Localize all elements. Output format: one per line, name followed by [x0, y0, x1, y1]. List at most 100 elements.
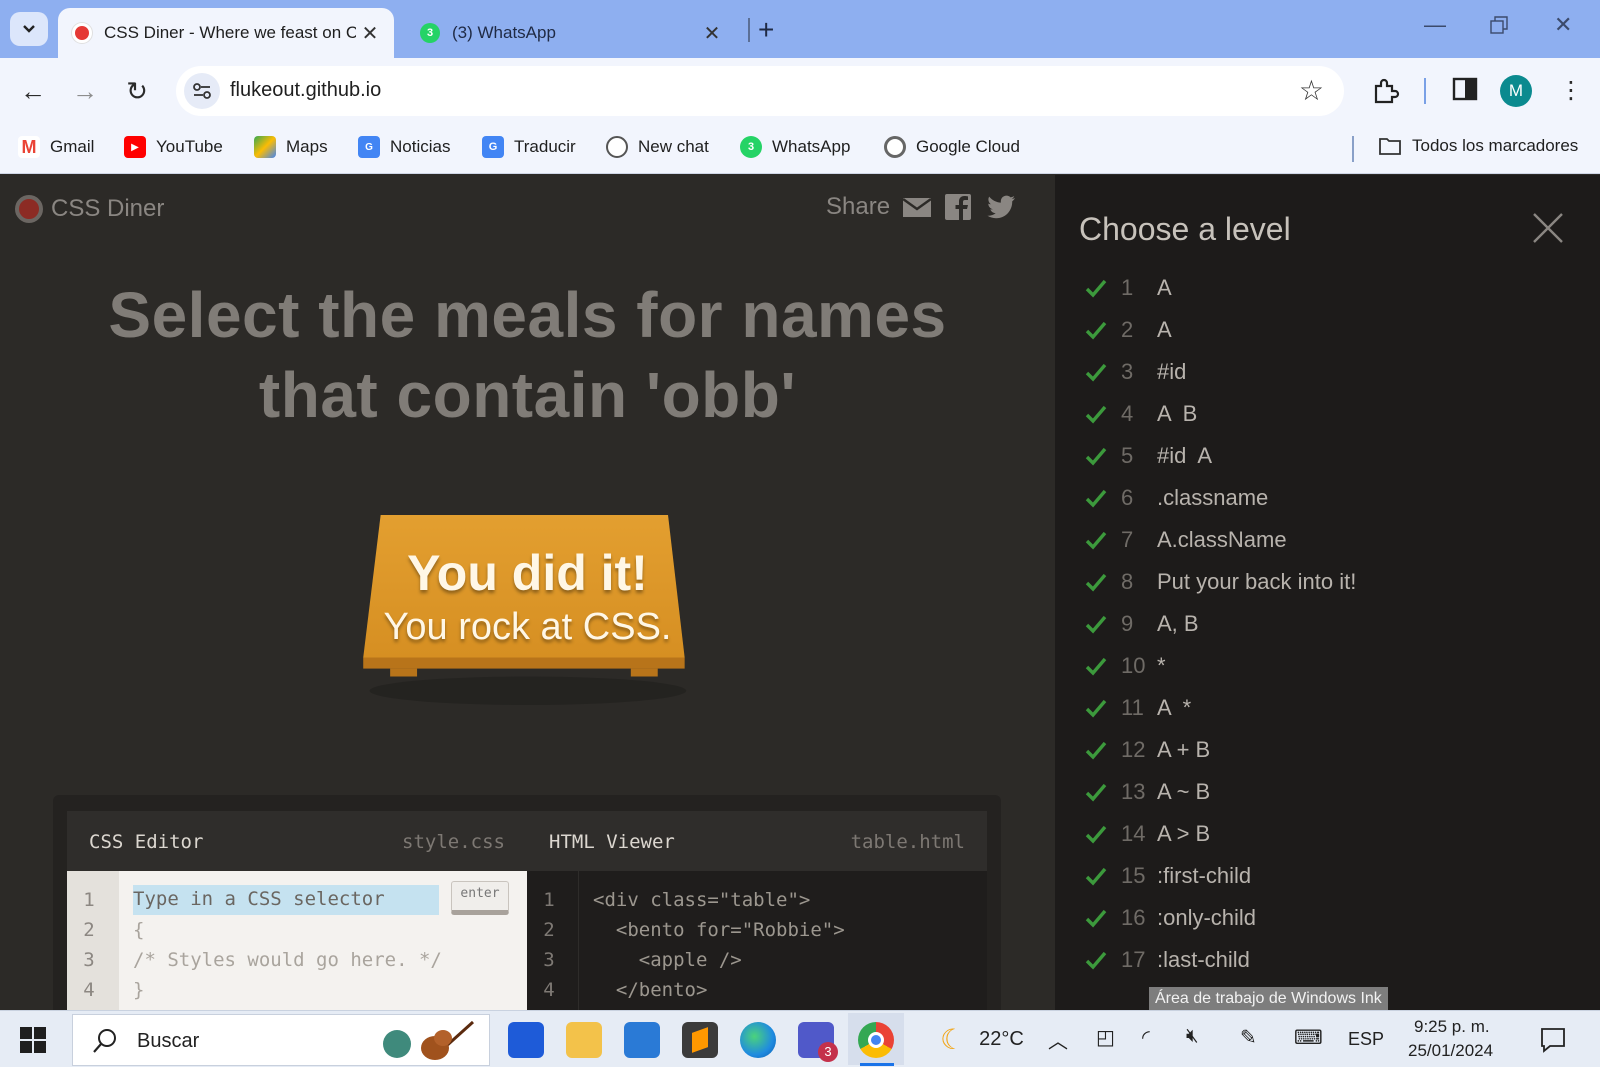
bookmark-whatsapp[interactable]: 3 WhatsApp	[740, 136, 850, 158]
bookmark-google-cloud[interactable]: Google Cloud	[884, 136, 1020, 158]
input-language[interactable]: ESP	[1348, 1029, 1384, 1050]
css-selector-input[interactable]: Type in a CSS selector	[133, 885, 439, 915]
touch-keyboard-icon[interactable]: ⌨	[1294, 1025, 1323, 1050]
twitter-icon[interactable]	[986, 193, 1016, 221]
window-close-icon[interactable]: ✕	[1554, 12, 1572, 38]
reload-icon[interactable]: ↻	[120, 74, 154, 108]
sublime-text-icon[interactable]	[682, 1022, 718, 1058]
microsoft-store-icon[interactable]	[508, 1022, 544, 1058]
html-viewer-body: 1 2 3 4 <div class="table"> <bento for="…	[527, 871, 987, 1010]
bookmark-maps[interactable]: Maps	[254, 136, 328, 158]
dinner-table: You did it! You rock at CSS.	[320, 515, 735, 755]
level-item[interactable]: 7 A.className	[1085, 525, 1287, 555]
share-label: Share	[826, 193, 891, 220]
bookmark-noticias[interactable]: G Noticias	[358, 136, 450, 158]
level-number: 2	[1121, 317, 1134, 342]
back-arrow-icon[interactable]: ←	[16, 74, 50, 108]
level-item[interactable]: 11 A *	[1085, 693, 1191, 723]
mail-icon[interactable]	[624, 1022, 660, 1058]
clock-date[interactable]: 25/01/2024	[1408, 1041, 1493, 1061]
tray-chevron-up-icon[interactable]: ︿	[1048, 1025, 1068, 1054]
css-filename: style.css	[402, 831, 505, 853]
level-item[interactable]: 6 .classname	[1085, 483, 1268, 513]
code-editor: CSS Editor style.css 1 2 3 4 Type in a C…	[53, 795, 1001, 1010]
level-item[interactable]: 4 A B	[1085, 399, 1197, 429]
bookmark-new-chat[interactable]: New chat	[606, 136, 709, 158]
bookmark-traducir[interactable]: G Traducir	[482, 136, 576, 158]
close-icon[interactable]: ✕	[698, 21, 726, 46]
level-item[interactable]: 10 *	[1085, 651, 1166, 681]
html-line[interactable]: <div class="table">	[593, 889, 810, 911]
facebook-icon[interactable]	[944, 193, 974, 221]
html-line[interactable]: <apple />	[593, 949, 742, 971]
bookmark-gmail[interactable]: M Gmail	[18, 136, 94, 158]
clock-time[interactable]: 9:25 p. m.	[1414, 1017, 1490, 1037]
plate-logo-icon	[15, 195, 43, 223]
tab-search-button[interactable]	[10, 12, 48, 46]
level-number: 9	[1121, 611, 1134, 636]
teams-icon[interactable]: 3	[798, 1022, 838, 1062]
side-panel-icon[interactable]	[1452, 76, 1482, 106]
profile-avatar[interactable]: M	[1500, 75, 1532, 107]
volume-muted-icon[interactable]: 🔇︎	[1186, 1025, 1199, 1048]
teams-badge: 3	[818, 1042, 838, 1062]
tab-css-diner[interactable]: CSS Diner - Where we feast on CSS ✕	[58, 8, 394, 58]
address-bar[interactable]: flukeout.github.io ☆	[176, 66, 1344, 116]
file-explorer-icon[interactable]	[566, 1022, 602, 1058]
level-number: 13	[1121, 779, 1146, 804]
level-item[interactable]: 5 #id A	[1085, 441, 1212, 471]
html-line[interactable]: </bento>	[593, 979, 708, 1001]
extensions-icon[interactable]	[1370, 76, 1400, 106]
enter-button[interactable]: enter	[451, 881, 509, 915]
tab-whatsapp[interactable]: 3 (3) WhatsApp ✕	[406, 8, 736, 58]
windows-start-icon[interactable]	[20, 1027, 46, 1053]
close-icon[interactable]: ✕	[356, 21, 384, 46]
wifi-icon[interactable]: ◜	[1142, 1025, 1150, 1050]
css-editor-pane: CSS Editor style.css 1 2 3 4 Type in a C…	[67, 811, 527, 1010]
html-viewer-title: HTML Viewer	[549, 831, 675, 853]
notifications-icon[interactable]	[1540, 1027, 1566, 1053]
checkmark-icon	[1085, 657, 1107, 676]
chatgpt-icon	[606, 136, 628, 158]
email-icon[interactable]	[902, 193, 932, 221]
chrome-icon[interactable]	[858, 1022, 894, 1058]
level-item[interactable]: 9 A, B	[1085, 609, 1199, 639]
windows-ink-icon[interactable]: ✎	[1240, 1025, 1257, 1050]
bookmark-label: Google Cloud	[916, 137, 1020, 156]
success-subtitle: You rock at CSS.	[383, 606, 672, 648]
level-item[interactable]: 17:last-child	[1085, 945, 1250, 975]
restore-icon[interactable]	[1490, 14, 1508, 40]
maps-icon	[254, 136, 276, 158]
site-logo[interactable]: CSS Diner	[15, 195, 164, 223]
level-item[interactable]: 13 A ~ B	[1085, 777, 1210, 807]
level-item[interactable]: 15:first-child	[1085, 861, 1251, 891]
new-tab-button[interactable]: +	[758, 14, 774, 46]
weather-widget[interactable]: ☾ 22°C	[940, 1023, 1024, 1056]
level-selector: #id	[1157, 359, 1187, 384]
more-menu-icon[interactable]: ⋮	[1554, 74, 1588, 108]
bookmark-star-icon[interactable]: ☆	[1299, 74, 1324, 107]
all-bookmarks-folder[interactable]: Todos los marcadores	[1378, 136, 1578, 156]
forward-arrow-icon[interactable]: →	[68, 74, 102, 108]
camera-icon[interactable]: ◰	[1096, 1025, 1115, 1050]
level-item[interactable]: 2A	[1085, 315, 1172, 345]
level-item[interactable]: 14 A > B	[1085, 819, 1210, 849]
level-item[interactable]: 8 Put your back into it!	[1085, 567, 1356, 597]
site-settings-icon[interactable]	[184, 73, 220, 109]
html-filename: table.html	[850, 831, 965, 853]
css-editor-title: CSS Editor	[89, 831, 204, 853]
html-line[interactable]: <bento for="Robbie">	[593, 919, 845, 941]
level-item[interactable]: 16:only-child	[1085, 903, 1256, 933]
edge-browser-icon[interactable]	[740, 1022, 776, 1058]
youtube-icon: ▶	[124, 136, 146, 158]
minimize-icon[interactable]: —	[1424, 12, 1446, 38]
level-item[interactable]: 3 #id	[1085, 357, 1186, 387]
level-item[interactable]: 1A	[1085, 273, 1172, 303]
taskbar-search-box[interactable]: Buscar	[72, 1014, 490, 1066]
tab-divider	[748, 18, 750, 42]
level-number: 16	[1121, 905, 1146, 930]
level-item[interactable]: 12 A + B	[1085, 735, 1210, 765]
level-selector: A	[1157, 275, 1172, 300]
bookmark-youtube[interactable]: ▶ YouTube	[124, 136, 223, 158]
close-icon[interactable]	[1531, 211, 1565, 245]
